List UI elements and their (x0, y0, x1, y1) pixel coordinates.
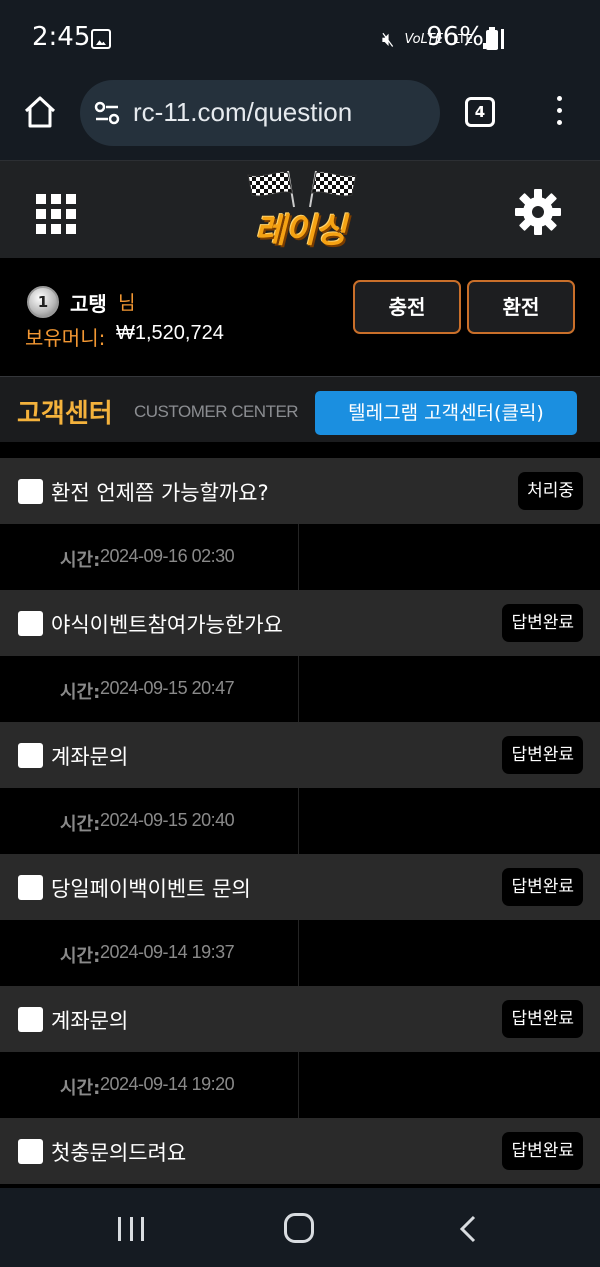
question-meta: 시간: 2024-09-15 20:47 (0, 656, 600, 722)
question-row[interactable]: 야식이벤트참여가능한가요 답변완료 (0, 590, 600, 656)
username: 고탱 (70, 292, 107, 316)
question-meta: 시간: 2024-09-16 02:30 (0, 524, 600, 590)
more-options-icon[interactable] (553, 96, 565, 130)
status-time: 2:45 (32, 22, 91, 52)
telegram-support-button[interactable]: 텔레그램 고객센터(클릭) (315, 391, 577, 435)
question-title[interactable]: 환전 언제쯤 가능할까요? (51, 477, 269, 507)
question-checkbox[interactable] (18, 875, 43, 900)
balance-value: ₩1,520,724 (116, 322, 224, 344)
question-status-badge: 답변완료 (502, 736, 583, 774)
battery-percent: 96% (426, 22, 484, 52)
back-icon[interactable] (458, 1215, 478, 1243)
time-label: 시간: (60, 814, 101, 835)
question-checkbox[interactable] (18, 611, 43, 636)
question-row[interactable]: 계좌문의 답변완료 (0, 986, 600, 1052)
question-status-badge: 답변완료 (502, 1000, 583, 1038)
withdraw-button[interactable]: 환전 (467, 280, 575, 334)
status-bar: 2:45 🔇︎ VoLTE LTE 96% (0, 0, 600, 78)
customer-center-header: 고객센터 CUSTOMER CENTER 텔레그램 고객센터(클릭) (0, 376, 600, 442)
address-bar[interactable]: rc-11.com/question (80, 80, 440, 146)
question-title[interactable]: 야식이벤트참여가능한가요 (51, 609, 283, 639)
site-logo[interactable]: 레이싱 (238, 169, 362, 257)
question-title[interactable]: 첫충문의드려요 (51, 1137, 186, 1167)
battery-icon (486, 27, 498, 50)
question-title[interactable]: 계좌문의 (51, 1005, 128, 1035)
page-subtitle: CUSTOMER CENTER (134, 402, 299, 421)
question-checkbox[interactable] (18, 1007, 43, 1032)
balance-label: 보유머니: (25, 326, 106, 350)
question-time: 2024-09-16 02:30 (100, 546, 235, 566)
username-suffix: 님 (118, 292, 136, 314)
site-settings-icon[interactable] (94, 100, 120, 126)
menu-grid-icon[interactable] (36, 194, 76, 234)
logo-text: 레이싱 (254, 211, 347, 251)
question-meta: 시간: 2024-09-15 20:40 (0, 788, 600, 854)
question-status-badge: 처리중 (518, 472, 583, 510)
time-label: 시간: (60, 946, 101, 967)
time-label: 시간: (60, 1078, 101, 1099)
url-text[interactable]: rc-11.com/question (133, 97, 352, 128)
gallery-notification-icon (91, 29, 111, 49)
level-badge: 1 (27, 286, 59, 318)
mute-icon: 🔇︎ (381, 27, 395, 51)
tab-switcher-button[interactable]: 4 (465, 97, 495, 127)
question-time: 2024-09-14 19:20 (100, 1074, 235, 1094)
question-title[interactable]: 계좌문의 (51, 741, 128, 771)
system-nav-bar (0, 1188, 600, 1267)
question-time: 2024-09-14 19:37 (100, 942, 235, 962)
question-time: 2024-09-15 20:47 (100, 678, 235, 698)
gear-icon[interactable] (513, 187, 563, 237)
question-time: 2024-09-15 20:40 (100, 810, 235, 830)
time-label: 시간: (60, 682, 101, 703)
question-status-badge: 답변완료 (502, 604, 583, 642)
question-row[interactable]: 첫충문의드려요 답변완료 (0, 1118, 600, 1184)
time-label: 시간: (60, 550, 101, 571)
question-row[interactable]: 계좌문의 답변완료 (0, 722, 600, 788)
site-header: 레이싱 (0, 160, 600, 258)
question-title[interactable]: 당일페이백이벤트 문의 (51, 873, 251, 903)
question-checkbox[interactable] (18, 1139, 43, 1164)
question-meta: 시간: 2024-09-14 19:20 (0, 1052, 600, 1118)
question-status-badge: 답변완료 (502, 868, 583, 906)
question-status-badge: 답변완료 (502, 1132, 583, 1170)
user-panel: 1 고탱 님 보유머니: ₩1,520,724 충전 환전 (0, 258, 600, 368)
page-title: 고객센터 (17, 399, 113, 429)
nav-home-icon[interactable] (284, 1213, 314, 1243)
question-checkbox[interactable] (18, 743, 43, 768)
browser-toolbar: rc-11.com/question 4 (0, 78, 600, 160)
home-icon[interactable] (22, 94, 58, 130)
question-row[interactable]: 당일페이백이벤트 문의 답변완료 (0, 854, 600, 920)
question-checkbox[interactable] (18, 479, 43, 504)
charge-button[interactable]: 충전 (353, 280, 461, 334)
question-meta: 시간: 2024-09-14 19:37 (0, 920, 600, 986)
question-row[interactable]: 환전 언제쯤 가능할까요? 처리중 (0, 458, 600, 524)
question-list: 환전 언제쯤 가능할까요? 처리중 시간: 2024-09-16 02:30 야… (0, 458, 600, 1184)
recent-apps-icon[interactable] (118, 1217, 144, 1241)
